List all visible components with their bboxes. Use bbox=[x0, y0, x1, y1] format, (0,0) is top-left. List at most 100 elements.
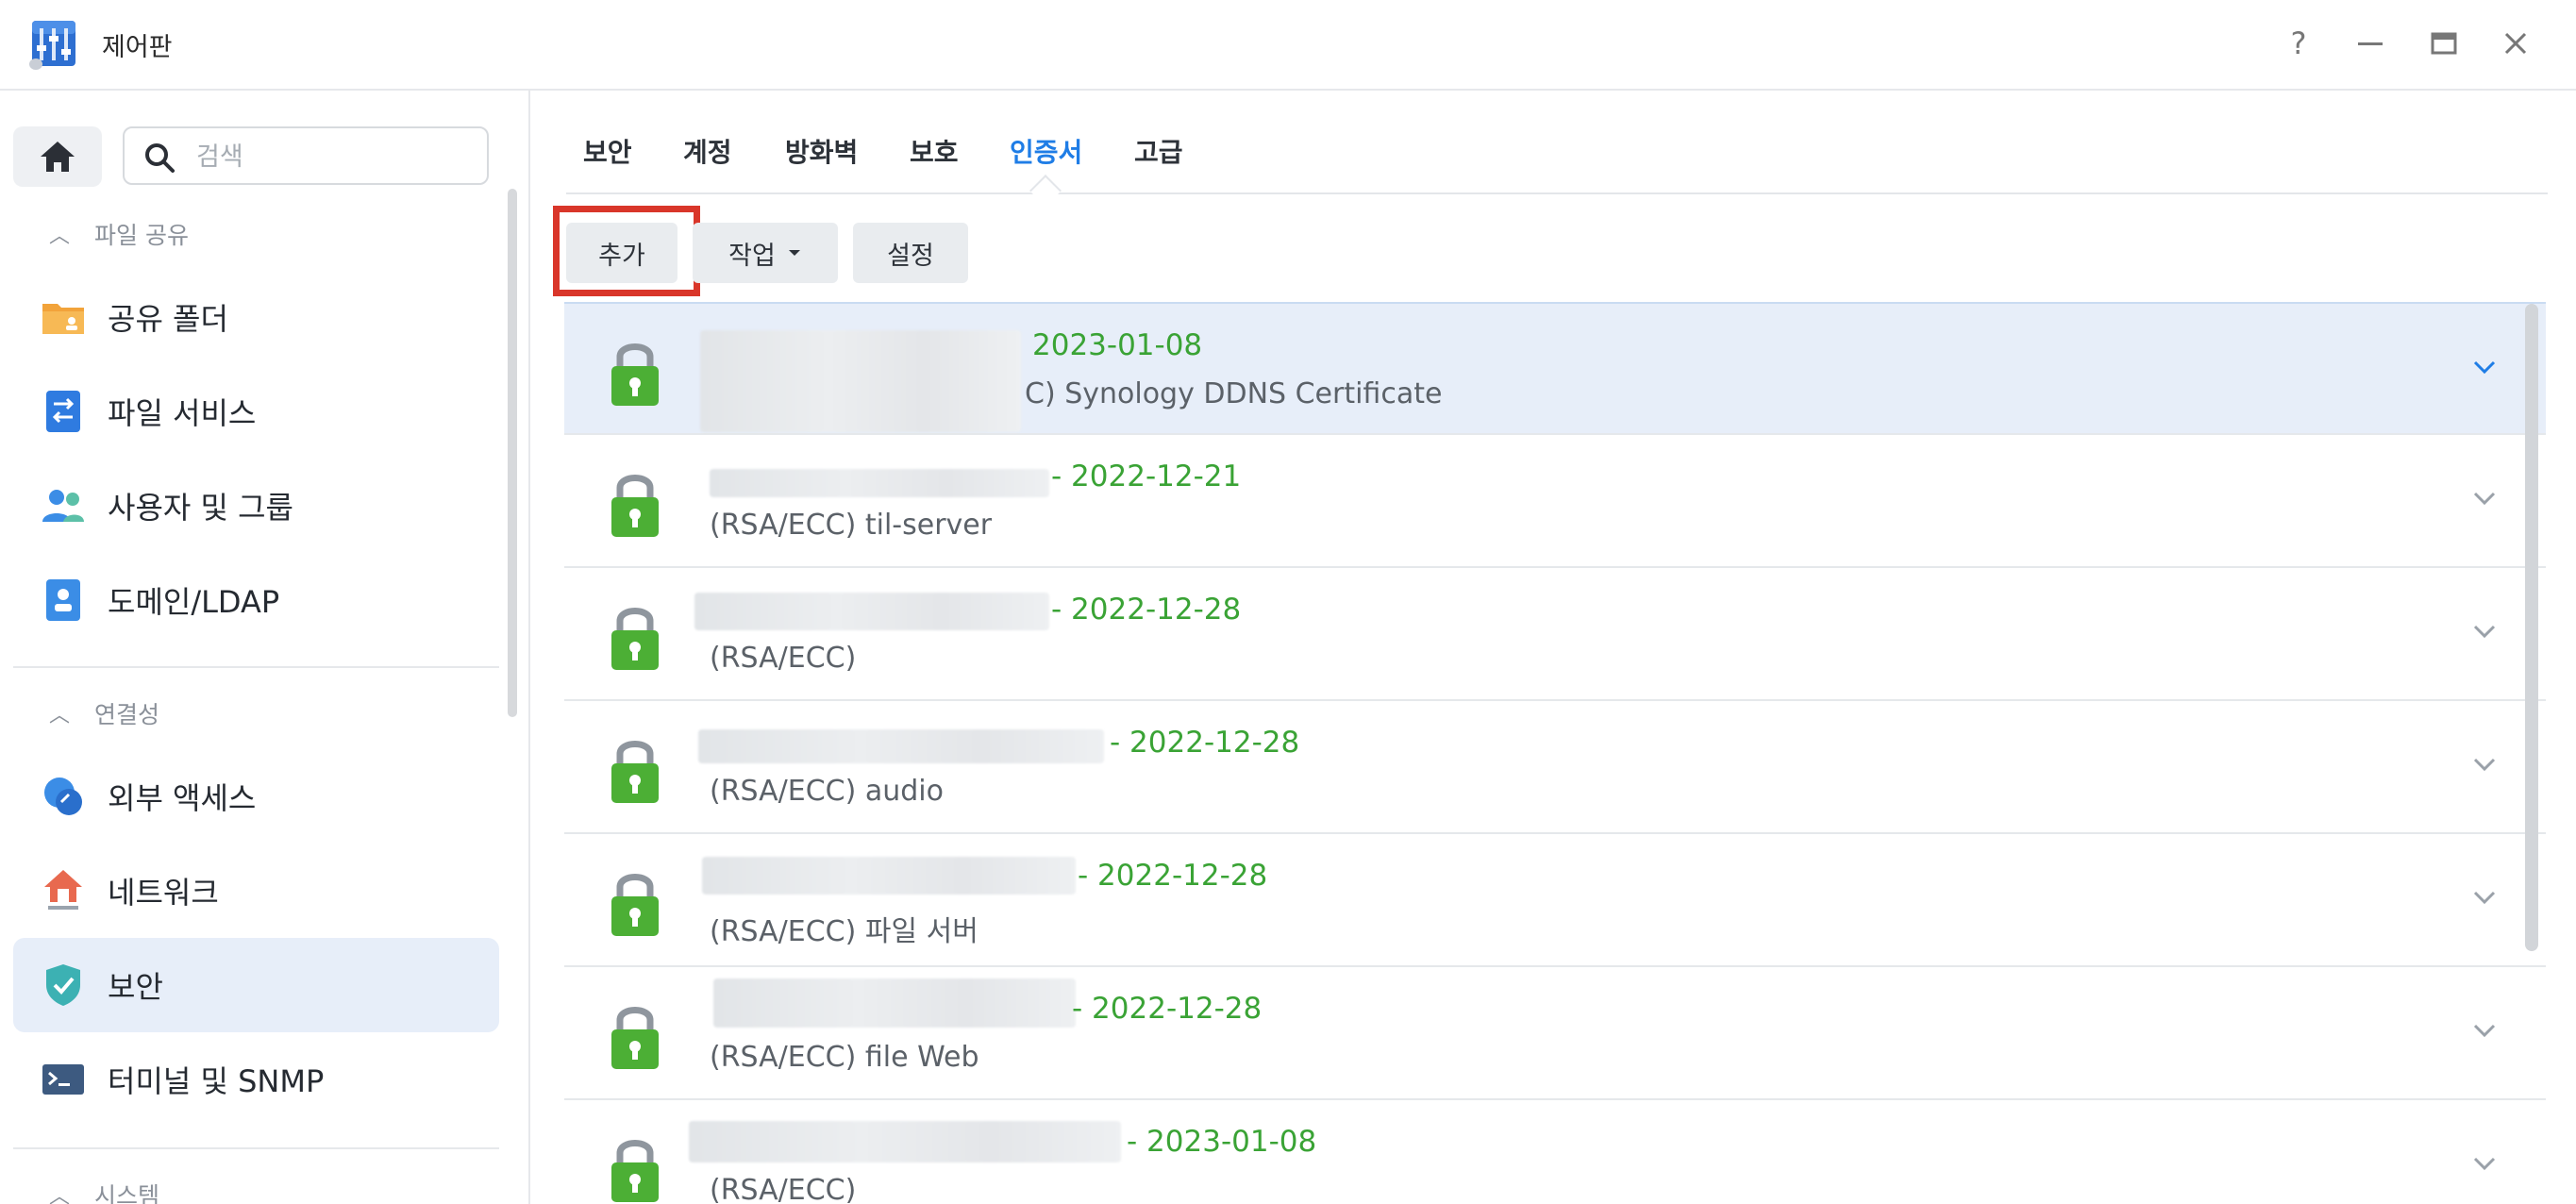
domain-icon bbox=[40, 577, 87, 624]
chevron-down-icon[interactable] bbox=[2468, 881, 2501, 913]
tab-bar: 보안 계정 방화벽 보호 인증서 고급 bbox=[566, 125, 2548, 194]
expiry-date: - 2022-12-28 bbox=[1072, 992, 1263, 1026]
close-button[interactable] bbox=[2493, 21, 2538, 66]
certificate-row[interactable]: - 2023-01-08 (RSA/ECC) bbox=[564, 1100, 2546, 1204]
certificate-row[interactable]: - 2022-12-28 (RSA/ECC) 파일 서버 bbox=[564, 834, 2546, 967]
sidebar-item-label: 도메인/LDAP bbox=[108, 584, 280, 620]
sidebar-item-label: 보안 bbox=[108, 969, 163, 1005]
section-system[interactable]: ︿ 시스템 bbox=[49, 1178, 159, 1204]
section-connectivity[interactable]: ︿ 연결성 bbox=[49, 696, 159, 730]
search-box[interactable] bbox=[123, 126, 489, 185]
home-button[interactable] bbox=[13, 126, 102, 187]
tab-certificate[interactable]: 인증서 bbox=[1010, 132, 1082, 170]
chevron-down-icon[interactable] bbox=[2468, 1147, 2501, 1179]
sidebar-item-label: 터미널 및 SNMP bbox=[108, 1063, 325, 1099]
sidebar-item-security[interactable]: 보안 bbox=[13, 938, 499, 1032]
sidebar-item-external-access[interactable]: 외부 액세스 bbox=[13, 749, 499, 844]
expiry-date: - 2022-12-28 bbox=[1110, 726, 1300, 760]
expiry-date: - 2022-12-28 bbox=[1051, 593, 1242, 627]
tab-protection[interactable]: 보호 bbox=[910, 132, 959, 170]
sidebar-item-users-groups[interactable]: 사용자 및 그룹 bbox=[13, 459, 499, 553]
certificate-desc: (RSA/ECC) til-server bbox=[710, 509, 993, 542]
certificate-row[interactable]: - 2022-12-28 (RSA/ECC) bbox=[564, 568, 2546, 701]
redacted-name bbox=[694, 593, 1049, 630]
redacted-name bbox=[698, 729, 1104, 763]
lock-icon bbox=[611, 1007, 659, 1069]
certificate-desc: (RSA/ECC) bbox=[710, 1174, 857, 1204]
sidebar: ︿ 파일 공유 공유 폴더 파일 서비스 사용자 및 그룹 도메인/LDAP ︿… bbox=[0, 91, 530, 1204]
section-label: 파일 공유 bbox=[94, 222, 189, 249]
lock-icon bbox=[611, 874, 659, 936]
search-icon bbox=[145, 143, 175, 173]
sidebar-item-label: 외부 액세스 bbox=[108, 780, 257, 816]
tab-security[interactable]: 보안 bbox=[583, 132, 632, 170]
maximize-button[interactable] bbox=[2421, 21, 2467, 66]
sidebar-item-network[interactable]: 네트워크 bbox=[13, 844, 499, 938]
section-divider bbox=[13, 666, 499, 668]
expiry-date: - 2022-12-21 bbox=[1051, 460, 1242, 493]
minimize-button[interactable] bbox=[2348, 21, 2393, 66]
chevron-down-icon[interactable] bbox=[2468, 351, 2501, 383]
control-panel-icon bbox=[29, 21, 75, 70]
certificate-row[interactable]: - 2022-12-28 (RSA/ECC) audio bbox=[564, 701, 2546, 834]
certificate-desc: C) Synology DDNS Certificate bbox=[1025, 377, 1443, 410]
sidebar-item-file-services[interactable]: 파일 서비스 bbox=[13, 364, 499, 459]
highlight-box bbox=[553, 206, 700, 296]
lock-icon bbox=[611, 608, 659, 670]
home-icon bbox=[41, 142, 75, 172]
sidebar-item-domain-ldap[interactable]: 도메인/LDAP bbox=[13, 553, 499, 647]
users-icon bbox=[40, 482, 87, 529]
action-dropdown[interactable]: 작업 bbox=[693, 223, 838, 283]
section-file-sharing[interactable]: ︿ 파일 공유 bbox=[49, 217, 189, 251]
external-access-icon bbox=[40, 773, 87, 820]
section-label: 시스템 bbox=[94, 1182, 160, 1204]
section-label: 연결성 bbox=[94, 701, 160, 728]
chevron-up-icon: ︿ bbox=[49, 704, 71, 727]
redacted-name bbox=[710, 469, 1049, 497]
certificate-row[interactable]: - 2022-12-21 (RSA/ECC) til-server bbox=[564, 435, 2546, 568]
redacted-name bbox=[702, 857, 1076, 895]
redacted-name bbox=[700, 330, 1021, 432]
sidebar-item-label: 공유 폴더 bbox=[108, 301, 228, 337]
list-scrollbar[interactable] bbox=[2525, 304, 2538, 951]
help-button[interactable]: ? bbox=[2276, 21, 2321, 66]
certificate-desc: (RSA/ECC) file Web bbox=[710, 1041, 979, 1074]
caret-down-icon bbox=[788, 250, 800, 256]
chevron-down-icon[interactable] bbox=[2468, 482, 2501, 514]
expiry-date: - 2023-01-08 bbox=[1127, 1125, 1317, 1159]
title-bar: 제어판 ? bbox=[0, 0, 2576, 91]
close-icon bbox=[2504, 32, 2527, 55]
sidebar-item-label: 파일 서비스 bbox=[108, 395, 257, 431]
sidebar-item-shared-folder[interactable]: 공유 폴더 bbox=[13, 270, 499, 364]
certificate-row[interactable]: - 2022-12-28 (RSA/ECC) file Web bbox=[564, 967, 2546, 1100]
lock-icon bbox=[611, 1140, 659, 1202]
sidebar-item-label: 네트워크 bbox=[108, 875, 219, 911]
chevron-down-icon[interactable] bbox=[2468, 748, 2501, 780]
lock-icon bbox=[611, 741, 659, 803]
lock-icon bbox=[611, 475, 659, 537]
expiry-date: - 2022-12-28 bbox=[1078, 859, 1268, 893]
redacted-name bbox=[713, 978, 1076, 1028]
chevron-up-icon: ︿ bbox=[49, 225, 71, 248]
tab-firewall[interactable]: 방화벽 bbox=[785, 132, 858, 170]
maximize-icon bbox=[2431, 32, 2457, 55]
section-divider bbox=[13, 1147, 499, 1149]
tab-account[interactable]: 계정 bbox=[683, 132, 732, 170]
certificate-desc: (RSA/ECC) bbox=[710, 642, 857, 675]
lock-icon bbox=[611, 343, 659, 406]
chevron-up-icon: ︿ bbox=[49, 1185, 71, 1204]
chevron-down-icon[interactable] bbox=[2468, 615, 2501, 647]
certificate-desc: (RSA/ECC) 파일 서버 bbox=[710, 915, 979, 948]
certificate-row[interactable]: 2023-01-08 C) Synology DDNS Certificate bbox=[564, 302, 2546, 435]
file-services-icon bbox=[40, 388, 87, 435]
shield-icon bbox=[40, 962, 87, 1009]
window-title: 제어판 bbox=[102, 33, 173, 62]
sidebar-item-terminal-snmp[interactable]: 터미널 및 SNMP bbox=[13, 1032, 499, 1127]
folder-icon bbox=[40, 293, 87, 341]
chevron-down-icon[interactable] bbox=[2468, 1014, 2501, 1046]
search-input[interactable] bbox=[194, 138, 481, 176]
tab-advanced[interactable]: 고급 bbox=[1134, 132, 1183, 170]
settings-button[interactable]: 설정 bbox=[853, 223, 968, 283]
sidebar-scrollbar[interactable] bbox=[508, 189, 517, 717]
action-label: 작업 bbox=[728, 241, 776, 271]
